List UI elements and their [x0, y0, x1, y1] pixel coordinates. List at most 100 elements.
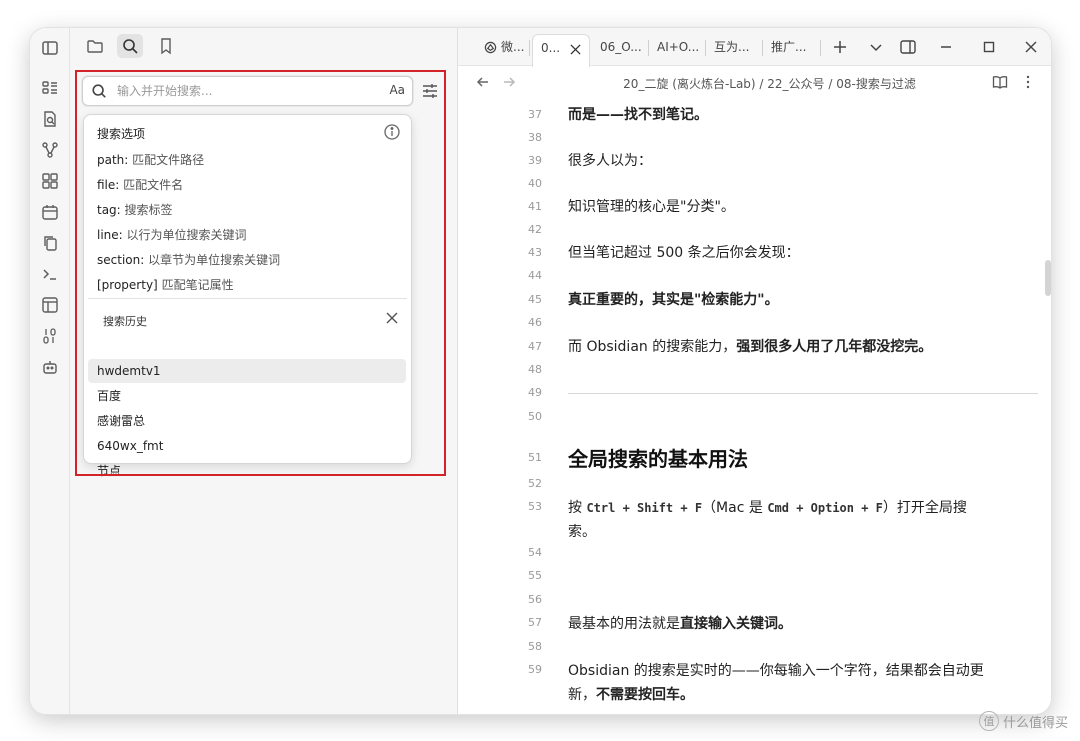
search-options-heading: 搜索选项 — [97, 127, 146, 141]
canvas-icon[interactable] — [38, 169, 62, 193]
tab-divider — [820, 40, 821, 56]
info-icon[interactable] — [383, 123, 401, 141]
tab-bar: 微... 0... 06_O... AI+O... 互为... 推广... — [458, 28, 1051, 67]
editor-line: 真正重要的，其实是"检索能力"。 — [568, 292, 779, 308]
line-number: 41 — [528, 200, 542, 213]
line-number: 48 — [528, 363, 542, 376]
watermark-logo: 值 — [978, 711, 999, 731]
search-option-line[interactable]: line: 以行为单位搜索关键词 — [97, 226, 247, 243]
layout-icon[interactable] — [38, 293, 62, 317]
history-item[interactable]: 640wx_fmt — [88, 434, 406, 458]
line-number: 43 — [528, 246, 542, 259]
line-number: 52 — [528, 477, 542, 490]
editor-line: 而是——找不到笔记。 — [568, 107, 708, 123]
search-options-dropdown: 搜索选项 path: 匹配文件路径 file: 匹配文件名 tag: 搜索标签 … — [83, 114, 412, 478]
terminal-icon[interactable] — [38, 262, 62, 286]
graph-icon[interactable] — [38, 138, 62, 162]
toggle-right-sidebar-icon[interactable] — [899, 38, 917, 56]
line-number: 56 — [528, 593, 542, 606]
line-number: 47 — [528, 340, 542, 353]
editor-line: 最基本的用法就是直接输入关键词。 — [568, 616, 792, 632]
horizontal-rule — [568, 393, 1038, 394]
heading-2: 全局搜索的基本用法 — [568, 447, 748, 471]
editor-line: 知识管理的核心是"分类"。 — [568, 199, 735, 215]
clear-history-close-icon[interactable] — [384, 310, 400, 326]
tab-5[interactable]: 互为... — [706, 34, 762, 61]
close-window-icon[interactable] — [1022, 38, 1040, 56]
tab-1[interactable]: 微... — [476, 34, 526, 61]
left-sidebar: Aa 搜索选项 path: 匹配文件路径 file: 匹配文件名 tag: 搜索… — [70, 28, 458, 714]
editor-line: 按 Ctrl + Shift + F（Mac 是 Cmd + Option + … — [568, 500, 967, 516]
note-navbar: 20_二旋 (离火炼台-Lab) / 22_公众号 / 08-搜索与过滤 — [458, 66, 1051, 100]
line-number: 51 — [528, 451, 542, 464]
left-ribbon — [30, 28, 70, 714]
tab-divider — [529, 40, 530, 56]
editor-line: Obsidian 的搜索是实时的——你每输入一个字符，结果都会自动更 — [568, 663, 984, 679]
line-number: 53 — [528, 500, 542, 513]
search-input-box[interactable]: Aa — [82, 76, 413, 106]
line-number: 57 — [528, 616, 542, 629]
search-option-file[interactable]: file: 匹配文件名 — [97, 176, 183, 193]
line-number: 38 — [528, 131, 542, 144]
search-option-path[interactable]: path: 匹配文件路径 — [97, 151, 204, 168]
line-number: 40 — [528, 177, 542, 190]
search-option-section[interactable]: section: 以章节为单位搜索关键词 — [97, 251, 280, 268]
breadcrumb[interactable]: 20_二旋 (离火炼台-Lab) / 22_公众号 / 08-搜索与过滤 — [458, 75, 1051, 92]
search-icon — [91, 83, 107, 99]
file-search-icon[interactable] — [38, 107, 62, 131]
search-input[interactable] — [117, 81, 372, 101]
tab-6[interactable]: 推广... — [763, 34, 819, 61]
tab-4[interactable]: AI+O... — [649, 34, 705, 61]
editor-scrollbar[interactable] — [1045, 260, 1051, 296]
reading-view-book-icon[interactable] — [992, 74, 1008, 90]
bot-icon[interactable] — [38, 355, 62, 379]
search-history-heading: 搜索历史 — [103, 315, 147, 328]
tab-list-chevron-down-icon[interactable] — [867, 38, 885, 56]
history-item[interactable]: hwdemtv1 — [88, 359, 406, 383]
minimize-icon[interactable] — [937, 38, 955, 56]
calendar-icon[interactable] — [38, 200, 62, 224]
file-explorer-folder-icon[interactable] — [82, 34, 108, 58]
bookmark-icon[interactable] — [153, 34, 179, 58]
new-tab-plus-icon[interactable] — [831, 38, 849, 56]
search-tab-icon[interactable] — [117, 34, 143, 58]
dropdown-divider — [88, 298, 407, 299]
search-settings-icon[interactable] — [420, 81, 440, 101]
line-number: 55 — [528, 569, 542, 582]
history-item[interactable]: 节点 — [88, 459, 406, 483]
editor-line: 但当笔记超过 500 条之后你会发现： — [568, 245, 800, 261]
search-option-tag[interactable]: tag: 搜索标签 — [97, 201, 173, 218]
line-number: 50 — [528, 410, 542, 423]
line-number: 37 — [528, 108, 542, 121]
copy-icon[interactable] — [38, 231, 62, 255]
main-editor-area: 微... 0... 06_O... AI+O... 互为... 推广... 20… — [458, 28, 1051, 714]
line-number: 58 — [528, 640, 542, 653]
watermark-text: 什么值得买 — [1002, 715, 1068, 731]
match-case-toggle[interactable]: Aa — [389, 83, 405, 97]
search-option-property[interactable]: [property] 匹配笔记属性 — [97, 276, 234, 293]
note-editor[interactable]: 37 而是——找不到笔记。 38 39 很多人以为： 40 41 知识管理的核心… — [458, 100, 1051, 714]
editor-line: 很多人以为： — [568, 153, 652, 169]
line-number: 54 — [528, 546, 542, 559]
outline-icon[interactable] — [38, 76, 62, 100]
tab-3[interactable]: 06_O... — [592, 34, 648, 61]
maximize-icon[interactable] — [980, 38, 998, 56]
obsidian-window: Aa 搜索选项 path: 匹配文件路径 file: 匹配文件名 tag: 搜索… — [30, 28, 1051, 714]
toggle-sidebar-icon[interactable] — [38, 36, 62, 60]
line-number: 42 — [528, 223, 542, 236]
watermark: 值 什么值得买 — [978, 711, 1068, 731]
line-number: 44 — [528, 269, 542, 282]
more-options-icon[interactable] — [1020, 74, 1036, 90]
close-tab-icon[interactable] — [570, 44, 581, 55]
binary-icon[interactable] — [38, 324, 62, 348]
sidebar-tab-bar — [70, 28, 457, 64]
line-number: 59 — [528, 663, 542, 676]
history-item[interactable]: 百度 — [88, 384, 406, 408]
tab-2-active[interactable]: 0... — [532, 34, 590, 67]
line-number: 45 — [528, 293, 542, 306]
history-item[interactable]: 感谢雷总 — [88, 409, 406, 433]
line-number: 46 — [528, 316, 542, 329]
obsidian-logo-icon — [484, 41, 497, 54]
editor-line-wrap: 索。 — [568, 524, 596, 540]
line-number: 49 — [528, 386, 542, 399]
